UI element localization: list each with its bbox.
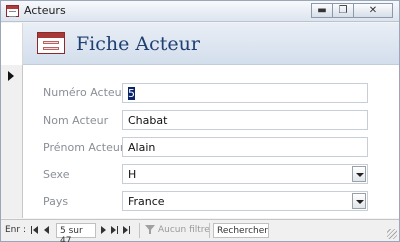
numero-acteur-field[interactable]: 5	[122, 83, 368, 103]
form-title: Fiche Acteur	[76, 33, 200, 55]
pays-label: Pays	[43, 195, 69, 208]
search-field[interactable]: Rechercher	[213, 223, 269, 238]
first-record-button[interactable]	[31, 225, 40, 235]
form-window: Acteurs ▬ ❐ ✕ Fiche Acteur Numéro Acteur…	[0, 0, 400, 242]
record-navigation-bar: Enr : 5 sur 47 Aucun filtre Rechercher	[1, 219, 399, 242]
record-selector[interactable]	[1, 65, 23, 218]
sexe-dropdown-button[interactable]	[352, 166, 366, 182]
close-button[interactable]: ✕	[353, 3, 393, 18]
prenom-acteur-label: Prénom Acteur	[43, 141, 125, 154]
record-selector-header	[1, 23, 23, 65]
resize-grip[interactable]	[387, 229, 397, 239]
record-position: 5 sur 47	[60, 226, 83, 242]
form-header: Fiche Acteur	[23, 23, 399, 65]
prenom-acteur-value: Alain	[128, 141, 156, 154]
minimize-button[interactable]: ▬	[311, 3, 333, 18]
filter-icon	[145, 225, 155, 235]
previous-record-button[interactable]	[43, 225, 52, 235]
new-record-button[interactable]	[123, 225, 132, 235]
sexe-value: H	[128, 168, 137, 181]
current-record-arrow-icon	[8, 71, 14, 81]
numero-acteur-value: 5	[128, 87, 135, 100]
sexe-combo[interactable]: H	[122, 164, 368, 184]
next-record-button[interactable]	[100, 225, 109, 235]
access-form-icon	[6, 5, 19, 17]
prenom-acteur-field[interactable]: Alain	[122, 137, 368, 157]
window-controls: ▬ ❐ ✕	[311, 3, 393, 19]
nom-acteur-field[interactable]: Chabat	[122, 110, 368, 130]
form-body: Fiche Acteur Numéro Acteur 5 Nom Acteur …	[1, 23, 399, 218]
window-title: Acteurs	[24, 4, 66, 17]
title-bar[interactable]: Acteurs ▬ ❐ ✕	[1, 1, 399, 22]
sexe-label: Sexe	[43, 168, 70, 181]
current-record-field[interactable]: 5 sur 47	[56, 223, 96, 242]
numero-acteur-label: Numéro Acteur	[43, 86, 127, 99]
pays-dropdown-button[interactable]	[352, 193, 366, 209]
nom-acteur-value: Chabat	[128, 114, 168, 127]
form-icon	[37, 32, 65, 54]
record-prefix: Enr :	[5, 225, 26, 235]
search-placeholder: Rechercher	[217, 226, 268, 236]
last-record-button[interactable]	[111, 225, 120, 235]
pays-value: France	[128, 195, 165, 208]
nom-acteur-label: Nom Acteur	[43, 114, 109, 127]
filter-status[interactable]: Aucun filtre	[158, 225, 210, 235]
nav-separator	[139, 223, 140, 238]
pays-combo[interactable]: France	[122, 191, 368, 211]
restore-button[interactable]: ❐	[332, 3, 354, 18]
nav-separator	[209, 223, 210, 238]
